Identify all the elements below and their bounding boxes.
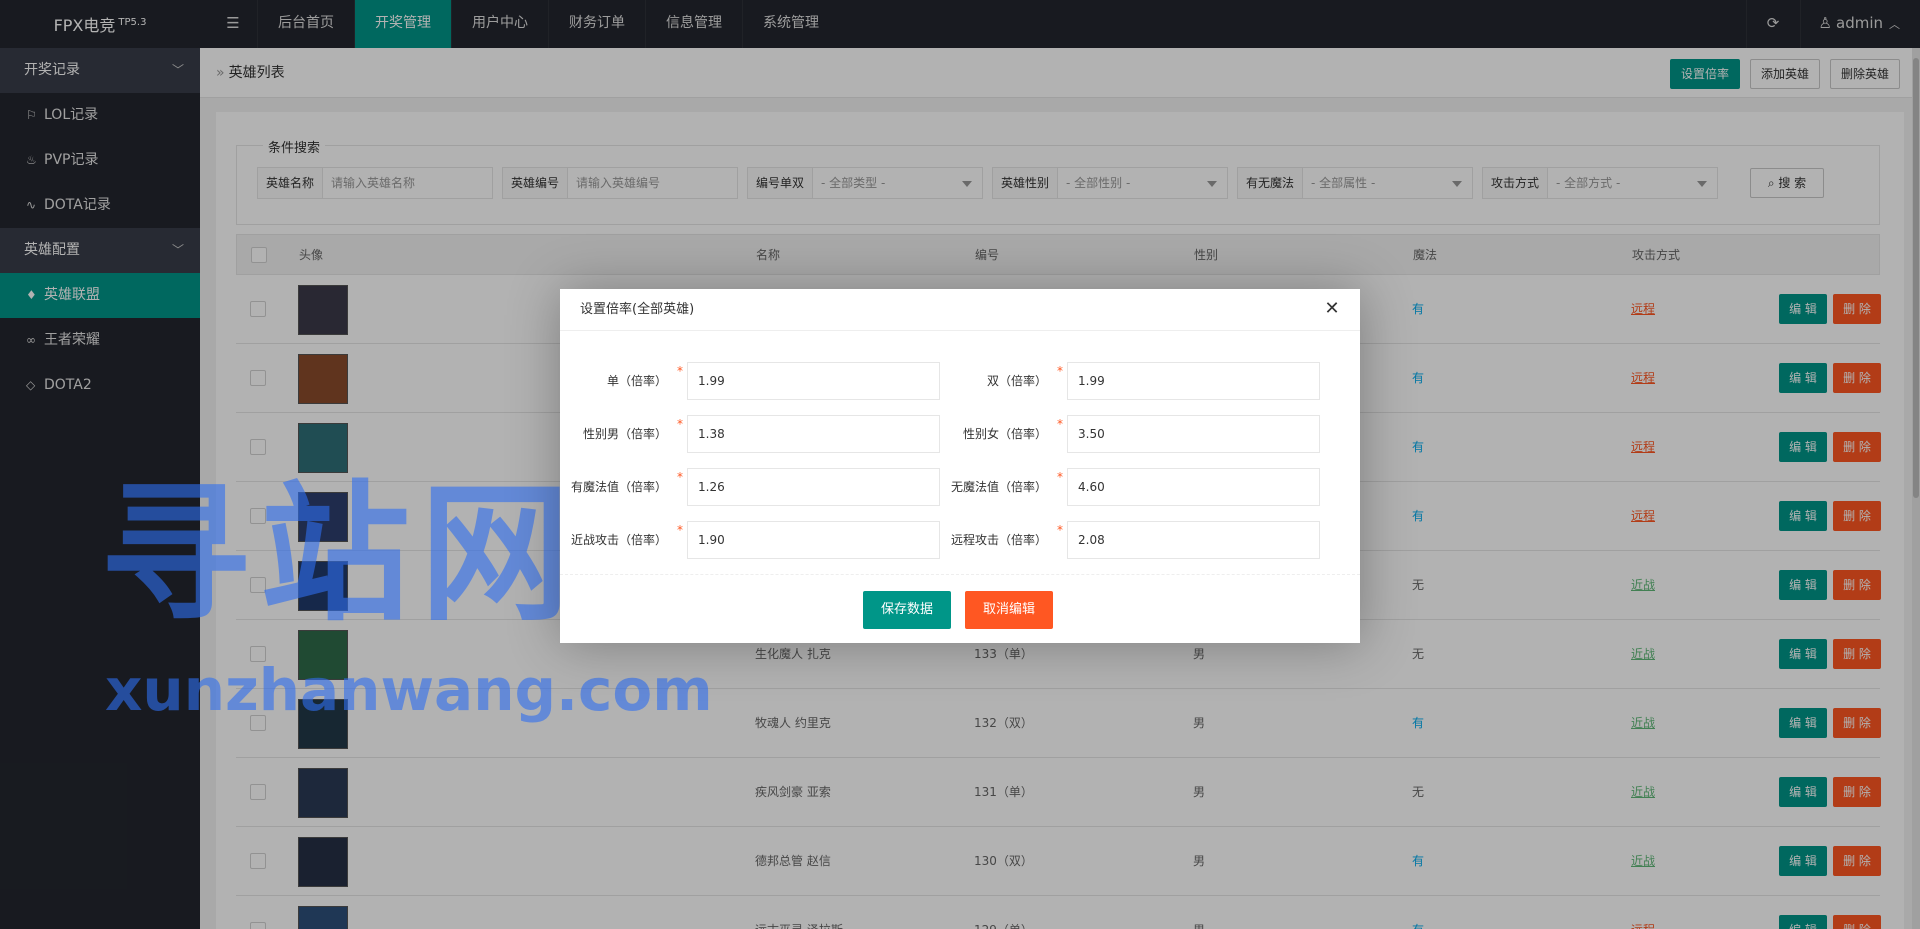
required-mark: * [1057, 364, 1063, 378]
rate-field: 无魔法值（倍率） * 4.60 [560, 468, 1360, 506]
watermark-cn: 寻站网 [100, 468, 581, 642]
cancel-button[interactable]: 取消编辑 [965, 591, 1054, 629]
rate-field-input[interactable]: 3.50 [1067, 415, 1320, 453]
set-rate-dialog: 设置倍率(全部英雄) ✕ 单（倍率） * 1.99 双（倍率） * 1.99 性别男（倍率）… [560, 289, 1360, 643]
rate-field-input[interactable]: 2.08 [1067, 521, 1320, 559]
rate-field: 性别女（倍率） * 3.50 [560, 415, 1360, 453]
rate-field-input[interactable]: 1.99 [1067, 362, 1320, 400]
dialog-divider [560, 574, 1360, 575]
rate-field-label: 双（倍率） [986, 374, 1047, 388]
required-mark: * [1057, 417, 1063, 431]
rate-field-label: 远程攻击（倍率） [950, 533, 1047, 547]
rate-field-label: 无魔法值（倍率） [950, 480, 1047, 494]
rate-field: 双（倍率） * 1.99 [560, 362, 1360, 400]
save-button[interactable]: 保存数据 [863, 591, 952, 629]
required-mark: * [1057, 523, 1063, 537]
required-mark: * [1057, 470, 1063, 484]
rate-field-input[interactable]: 4.60 [1067, 468, 1320, 506]
watermark-en: xunzhanwang.com [105, 656, 713, 724]
close-icon[interactable]: ✕ [1320, 297, 1344, 321]
rate-field: 远程攻击（倍率） * 2.08 [560, 521, 1360, 559]
rate-field-label: 性别女（倍率） [962, 427, 1047, 441]
dialog-title: 设置倍率(全部英雄) [560, 289, 1360, 331]
